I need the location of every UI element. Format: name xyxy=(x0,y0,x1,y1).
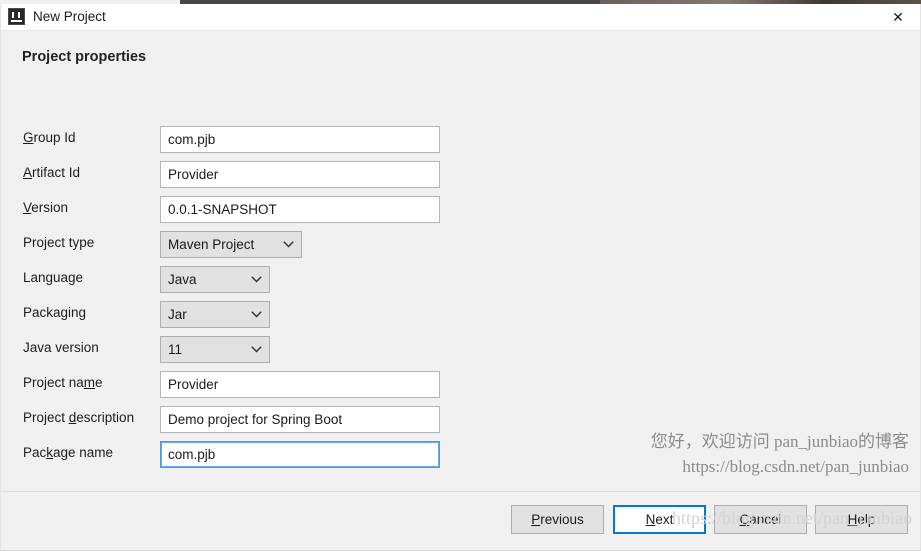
form-row: Group Id com.pjb xyxy=(0,126,921,154)
form-row: Language Java xyxy=(0,266,921,294)
text-input[interactable]: Provider xyxy=(160,371,440,398)
text-input-value: com.pjb xyxy=(168,447,216,462)
form-row-label: Version xyxy=(23,200,69,215)
text-input[interactable]: Provider xyxy=(160,161,440,188)
dropdown-select[interactable]: 11 xyxy=(160,336,270,363)
project-properties-form: Group Id com.pjb Artifact Id Provider Versio… xyxy=(0,31,921,491)
window-edge-left xyxy=(0,4,1,551)
content-panel: Project properties Group Id com.pjb Artifa… xyxy=(0,31,921,491)
form-row: Packaging Jar xyxy=(0,301,921,329)
dropdown-selected-value: Java xyxy=(168,272,197,287)
cancel-button[interactable]: Cancel xyxy=(714,505,807,534)
previous-button-label: Previous xyxy=(531,512,584,527)
watermark-line-2: https://blog.csdn.net/pan_junbiao xyxy=(682,457,909,476)
previous-button[interactable]: Previous xyxy=(511,505,604,534)
dialog-button-bar: Previous Next Cancel Help https://blog.c… xyxy=(0,491,921,551)
dropdown-select[interactable]: Jar xyxy=(160,301,270,328)
form-row: Project name Provider xyxy=(0,371,921,399)
form-row-label: Language xyxy=(23,270,84,285)
chevron-down-icon xyxy=(243,276,269,283)
form-row-label: Group Id xyxy=(23,130,76,145)
chevron-down-icon xyxy=(275,241,301,248)
intellij-idea-icon xyxy=(8,8,25,25)
form-row-label: Artifact Id xyxy=(23,165,81,180)
dropdown-selected-value: Maven Project xyxy=(168,237,255,252)
help-button-label: Help xyxy=(847,512,876,527)
title-bar: New Project ✕ xyxy=(0,4,921,31)
dropdown-selected-value: Jar xyxy=(168,307,187,322)
text-input-value: Provider xyxy=(168,377,219,392)
chevron-down-icon xyxy=(243,346,269,353)
chevron-down-icon xyxy=(243,311,269,318)
form-row-label: Packaging xyxy=(23,305,87,320)
dropdown-select[interactable]: Maven Project xyxy=(160,231,302,258)
form-row: Java version 11 xyxy=(0,336,921,364)
text-input[interactable]: Demo project for Spring Boot xyxy=(160,406,440,433)
watermark-line-1: 您好，欢迎访问 pan_junbiao的博客 xyxy=(650,432,909,451)
form-row-label: Package name xyxy=(23,445,114,460)
text-input[interactable]: com.pjb xyxy=(160,126,440,153)
form-row-label: Project type xyxy=(23,235,95,250)
form-row-label: Project name xyxy=(23,375,103,390)
form-row: Artifact Id Provider xyxy=(0,161,921,189)
dropdown-select[interactable]: Java xyxy=(160,266,270,293)
text-input-value: Provider xyxy=(168,167,219,182)
form-row: Version 0.0.1-SNAPSHOT xyxy=(0,196,921,224)
text-input-value: Demo project for Spring Boot xyxy=(168,412,343,427)
cancel-button-label: Cancel xyxy=(739,512,782,527)
next-button[interactable]: Next xyxy=(613,505,706,534)
text-input-value: 0.0.1-SNAPSHOT xyxy=(168,202,277,217)
window-title: New Project xyxy=(33,9,106,24)
text-input[interactable]: 0.0.1-SNAPSHOT xyxy=(160,196,440,223)
watermark-text: 您好，欢迎访问 pan_junbiao的博客 https://blog.csdn… xyxy=(651,429,909,479)
form-row-label: Java version xyxy=(23,340,99,355)
next-button-label: Next xyxy=(645,512,674,527)
form-row-label: Project description xyxy=(23,410,135,425)
new-project-dialog: New Project ✕ Project properties Group I… xyxy=(0,0,921,551)
text-input[interactable]: com.pjb xyxy=(160,441,440,468)
help-button[interactable]: Help xyxy=(815,505,908,534)
text-input-value: com.pjb xyxy=(168,132,216,147)
close-icon[interactable]: ✕ xyxy=(875,4,921,30)
dropdown-selected-value: 11 xyxy=(168,342,183,357)
form-row: Project type Maven Project xyxy=(0,231,921,259)
